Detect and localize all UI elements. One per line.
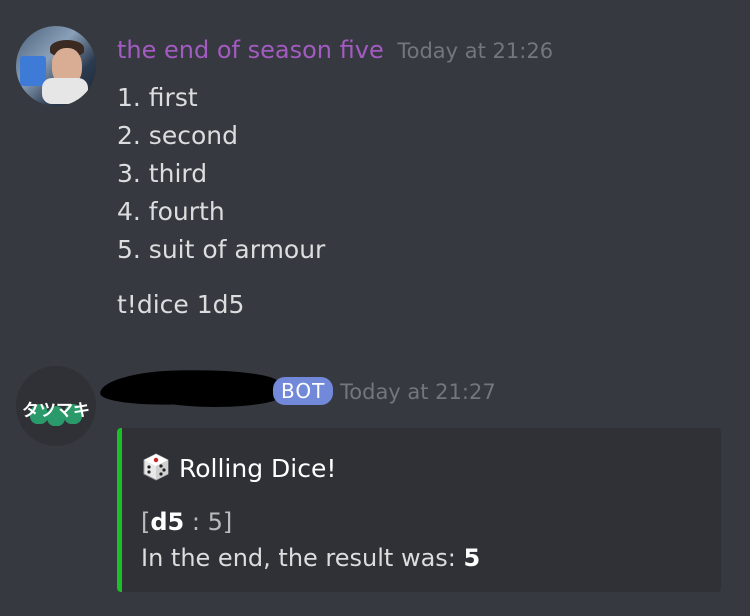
bracket-close: ] <box>222 508 233 536</box>
dice-embed: Rolling Dice! [d5 : 5] In the end, the r… <box>117 428 721 592</box>
result-prefix: In the end, the result was: <box>141 544 464 572</box>
roll-value: 5 <box>207 508 223 536</box>
roll-die: d5 <box>150 508 185 536</box>
message-timestamp: Today at 21:27 <box>340 380 496 404</box>
embed-title: Rolling Dice! <box>141 451 336 487</box>
game-die-icon <box>143 453 169 481</box>
roll-separator: : <box>184 508 208 536</box>
message-line: 1. first <box>117 83 198 112</box>
embed-result-line: In the end, the result was: 5 <box>141 544 480 572</box>
embed-title-text: Rolling Dice! <box>179 454 337 483</box>
author-name[interactable]: the end of season five <box>117 36 384 64</box>
result-value: 5 <box>463 544 481 572</box>
avatar-bg-screen <box>20 56 46 86</box>
message-line: t!dice 1d5 <box>117 290 245 319</box>
message-line: 2. second <box>117 121 238 150</box>
bracket-open: [ <box>141 508 151 536</box>
message-timestamp: Today at 21:26 <box>397 39 554 63</box>
bot-avatar-text: タツマキ <box>22 401 90 421</box>
message-line: 5. suit of armour <box>117 235 326 264</box>
embed-accent-bar <box>117 428 122 592</box>
avatar-arm <box>42 78 88 104</box>
bot-avatar[interactable]: タツマキ <box>16 366 96 446</box>
user-avatar[interactable] <box>16 26 96 106</box>
message-line: 4. fourth <box>117 197 225 226</box>
redacted-author-name-scribble <box>150 385 280 407</box>
message-line: 3. third <box>117 159 208 188</box>
embed-roll-line: [d5 : 5] <box>141 508 232 536</box>
message-1-header: the end of season five Today at 21:26 <box>117 36 553 64</box>
bot-badge: BOT <box>273 377 334 405</box>
